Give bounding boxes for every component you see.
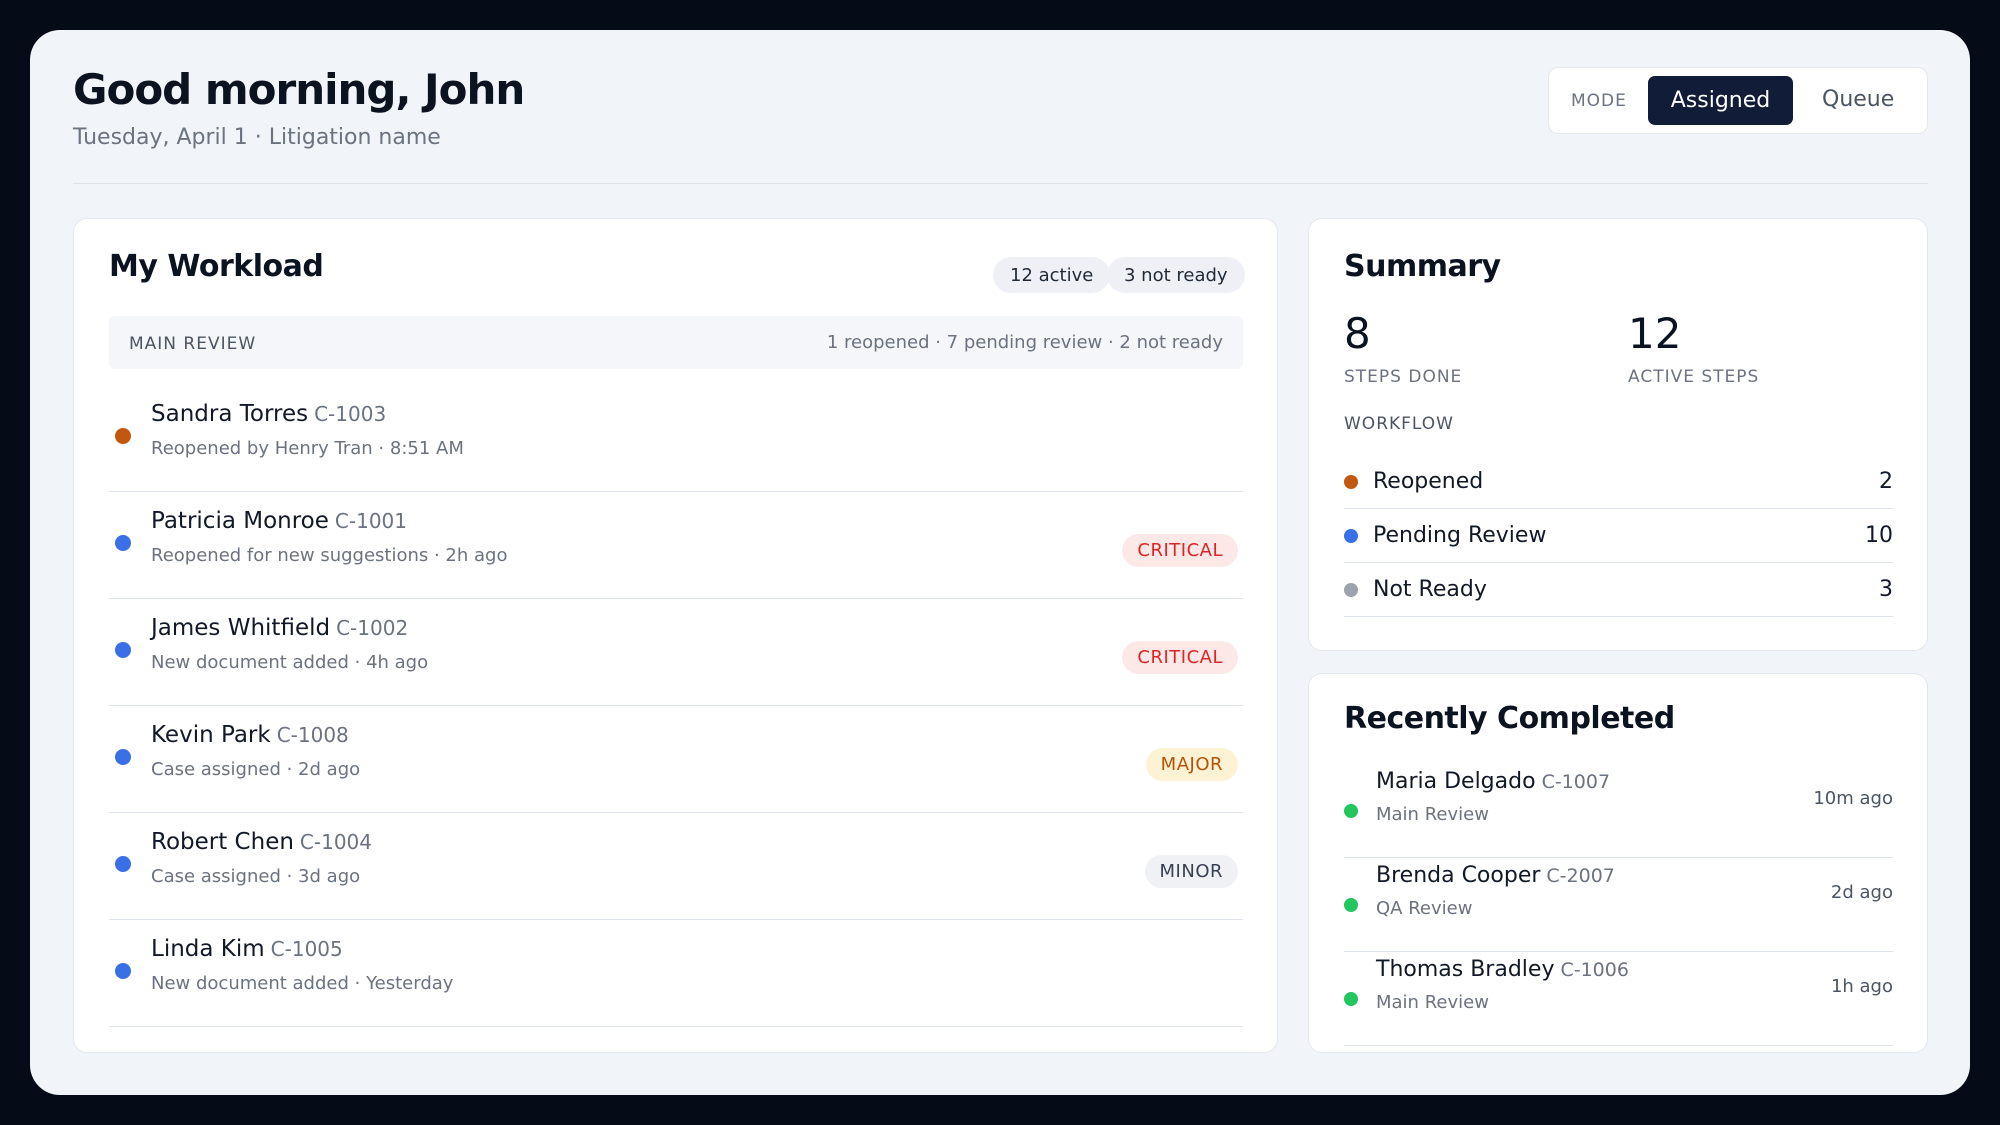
row-time: 10m ago — [1813, 788, 1893, 809]
row-subtext: New document added · 4h ago — [151, 652, 429, 673]
reopened-status-dot — [1344, 475, 1358, 489]
row-stage: Main Review — [1376, 804, 1489, 825]
not-ready-status-dot — [1344, 583, 1358, 597]
row-case-id: C-1006 — [1560, 959, 1629, 981]
row-case-id: C-1003 — [314, 402, 387, 426]
recently-completed-title: Recently Completed — [1344, 701, 1675, 736]
summary-card: Summary 8 STEPS DONE 12 ACTIVE STEPS WOR… — [1308, 218, 1928, 651]
mode-assigned-button[interactable]: Assigned — [1648, 76, 1793, 125]
mode-switch: MODE Assigned Queue — [1548, 67, 1928, 134]
summary-title: Summary — [1344, 249, 1501, 284]
dashboard-window: Good morning, John Tuesday, April 1 · Li… — [30, 30, 1970, 1095]
completed-status-dot — [1344, 804, 1358, 818]
severity-badge: MINOR — [1144, 855, 1238, 888]
row-subtext: New document added · Yesterday — [151, 973, 454, 994]
workflow-row-pending-review[interactable]: Pending Review 10 — [1344, 509, 1893, 563]
completed-row[interactable]: Brenda Cooper C-2007 QA Review 2d ago — [1344, 858, 1893, 952]
pending-status-dot — [115, 856, 131, 872]
group-header-main-review[interactable]: MAIN REVIEW 1 reopened · 7 pending revie… — [109, 316, 1243, 369]
row-name: Sandra Torres — [151, 401, 309, 427]
active-count-chip[interactable]: 12 active — [993, 257, 1111, 293]
row-name: Patricia Monroe — [151, 508, 329, 534]
row-case-id: C-1007 — [1541, 771, 1611, 793]
row-case-id: C-1008 — [276, 723, 349, 747]
pending-status-dot — [115, 749, 131, 765]
row-time: 2d ago — [1830, 882, 1893, 903]
completed-row[interactable]: Maria Delgado C-1007 Main Review 10m ago — [1344, 764, 1893, 858]
completed-status-dot — [1344, 898, 1358, 912]
active-steps-value: 12 — [1628, 309, 1682, 358]
workflow-name: Not Ready — [1373, 577, 1487, 602]
row-case-id: C-1005 — [270, 937, 343, 961]
date-subtitle: Tuesday, April 1 · Litigation name — [73, 125, 441, 150]
row-case-id: C-2007 — [1546, 865, 1615, 887]
workload-title: My Workload — [109, 249, 324, 284]
workload-row[interactable]: Patricia Monroe C-1001 Reopened for new s… — [109, 492, 1243, 599]
workflow-label: WORKFLOW — [1344, 414, 1454, 434]
row-subtext: Case assigned · 2d ago — [151, 759, 361, 780]
workflow-row-reopened[interactable]: Reopened 2 — [1344, 455, 1893, 509]
reopened-status-dot — [115, 428, 131, 444]
workflow-count: 2 — [1879, 469, 1893, 494]
row-case-id: C-1002 — [336, 616, 409, 640]
row-stage: QA Review — [1376, 898, 1473, 919]
header-divider — [73, 183, 1928, 184]
row-name: Robert Chen — [151, 829, 294, 855]
group-name: MAIN REVIEW — [129, 334, 257, 354]
row-case-id: C-1004 — [299, 830, 373, 854]
row-time: 1h ago — [1830, 976, 1893, 997]
row-name: Brenda Cooper — [1376, 863, 1541, 888]
workload-row[interactable]: Sandra Torres C-1003 Reopened by Henry Tr… — [109, 385, 1243, 492]
workflow-name: Pending Review — [1373, 523, 1547, 548]
workflow-row-not-ready[interactable]: Not Ready 3 — [1344, 563, 1893, 617]
workload-row[interactable]: Linda Kim C-1005 New document added · Yes… — [109, 920, 1243, 1027]
workload-row[interactable]: James Whitfield C-1002 New document added… — [109, 599, 1243, 706]
workflow-count: 10 — [1865, 523, 1893, 548]
row-name: Maria Delgado — [1376, 769, 1536, 794]
row-name: James Whitfield — [151, 615, 331, 641]
pending-status-dot — [1344, 529, 1358, 543]
pending-status-dot — [115, 535, 131, 551]
mode-queue-button[interactable]: Queue — [1822, 87, 1894, 112]
row-stage: Main Review — [1376, 992, 1489, 1013]
not-ready-count-chip[interactable]: 3 not ready — [1107, 257, 1245, 293]
workload-row[interactable]: Kevin Park C-1008 Case assigned · 2d ago … — [109, 706, 1243, 813]
row-name: Linda Kim — [151, 936, 265, 962]
pending-status-dot — [115, 642, 131, 658]
row-name: Thomas Bradley — [1376, 957, 1555, 982]
pending-status-dot — [115, 963, 131, 979]
mode-label: MODE — [1571, 91, 1627, 111]
recently-completed-card: Recently Completed Maria Delgado C-1007 M… — [1308, 673, 1928, 1053]
row-subtext: Reopened by Henry Tran · 8:51 AM — [151, 438, 464, 459]
steps-done-value: 8 — [1344, 309, 1371, 358]
severity-badge: CRITICAL — [1122, 641, 1238, 674]
greeting-title: Good morning, John — [73, 65, 525, 114]
row-name: Kevin Park — [151, 722, 271, 748]
completed-row[interactable]: Thomas Bradley C-1006 Main Review 1h ago — [1344, 952, 1893, 1046]
active-steps-label: ACTIVE STEPS — [1628, 367, 1760, 387]
group-stats: 1 reopened · 7 pending review · 2 not re… — [826, 332, 1223, 353]
steps-done-label: STEPS DONE — [1344, 367, 1463, 387]
completed-status-dot — [1344, 992, 1358, 1006]
workload-card: My Workload 12 active 3 not ready MAIN R… — [73, 218, 1278, 1053]
row-subtext: Reopened for new suggestions · 2h ago — [151, 545, 508, 566]
row-subtext: Case assigned · 3d ago — [151, 866, 361, 887]
workflow-count: 3 — [1879, 577, 1893, 602]
workload-row[interactable]: Robert Chen C-1004 Case assigned · 3d ago… — [109, 813, 1243, 920]
severity-badge: CRITICAL — [1122, 534, 1238, 567]
workflow-name: Reopened — [1373, 469, 1484, 494]
severity-badge: MAJOR — [1145, 748, 1238, 781]
row-case-id: C-1001 — [334, 509, 407, 533]
